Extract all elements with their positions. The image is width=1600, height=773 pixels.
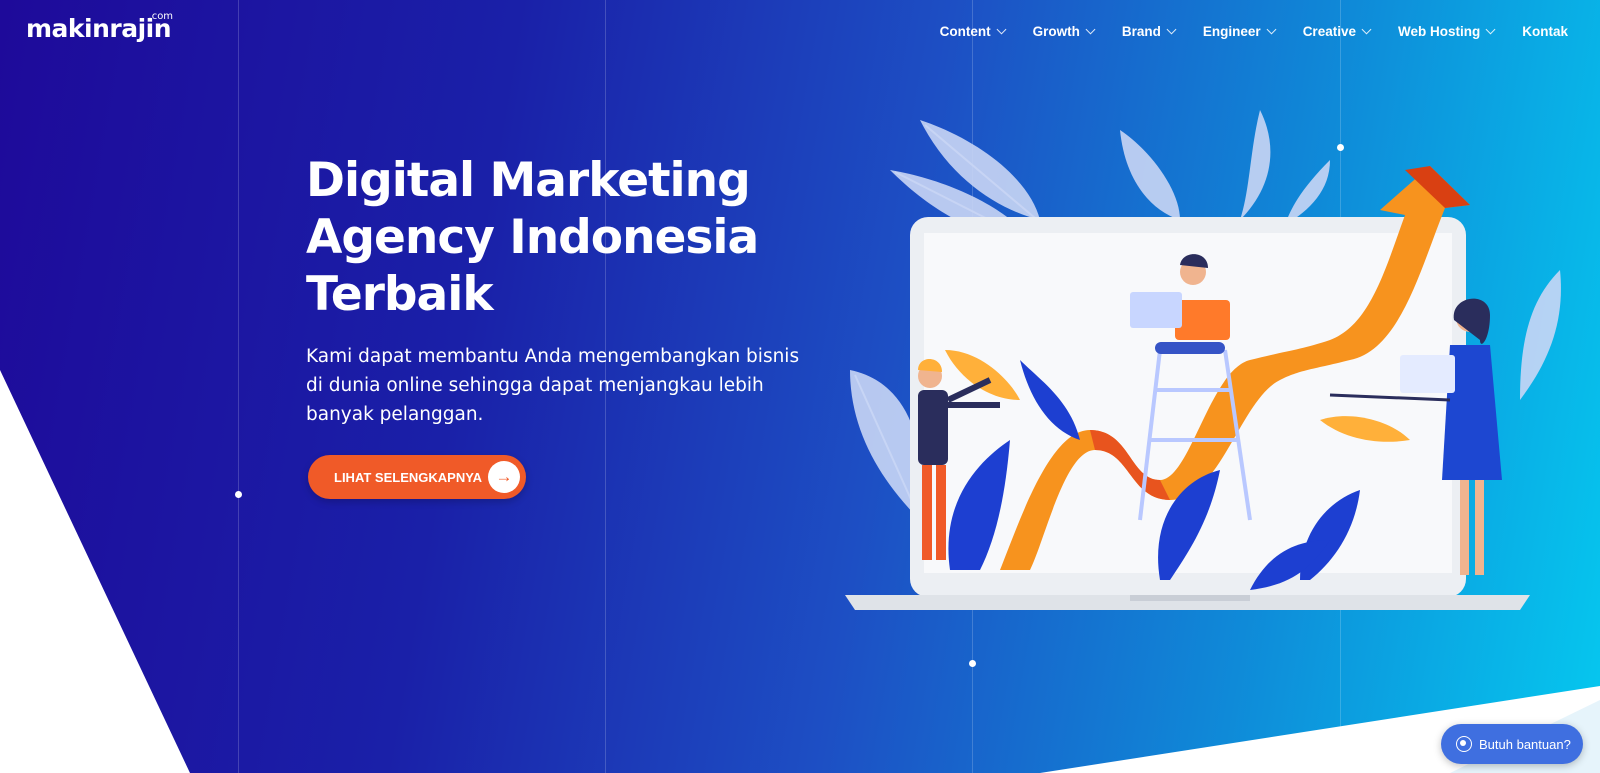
- whatsapp-icon: [1456, 736, 1472, 752]
- site-logo[interactable]: makinrajin .com: [26, 11, 174, 43]
- nav-item-label: Content: [939, 24, 991, 39]
- hero-illustration: [830, 100, 1570, 640]
- nav-item-kontak[interactable]: Kontak: [1508, 24, 1582, 39]
- nav-item-creative[interactable]: Creative: [1289, 24, 1384, 39]
- logo-tld: .com: [148, 11, 174, 22]
- chevron-down-icon: [996, 24, 1007, 35]
- hero-title-line: Terbaik: [306, 267, 494, 322]
- chevron-down-icon: [1361, 24, 1372, 35]
- arrow-right-icon: →: [488, 461, 520, 493]
- nav-item-growth[interactable]: Growth: [1019, 24, 1108, 39]
- chevron-down-icon: [1266, 24, 1277, 35]
- nav-item-label: Creative: [1302, 24, 1356, 39]
- chevron-down-icon: [1085, 24, 1096, 35]
- hero-description-line: Kami dapat membantu Anda mengembangkan b…: [306, 346, 800, 367]
- see-more-button[interactable]: LIHAT SELENGKAPNYA →: [308, 455, 526, 499]
- nav-item-content[interactable]: Content: [926, 24, 1019, 39]
- grid-dot: [235, 491, 242, 498]
- nav-item-brand[interactable]: Brand: [1108, 24, 1189, 39]
- nav-item-engineer[interactable]: Engineer: [1189, 24, 1289, 39]
- nav-item-label: Growth: [1032, 24, 1080, 39]
- nav-item-label: Web Hosting: [1397, 24, 1481, 39]
- hero-title-line: Agency Indonesia: [306, 210, 759, 265]
- main-nav: Content Growth Brand Engineer Creative W…: [926, 24, 1582, 39]
- hero-title-line: Digital Marketing: [306, 153, 751, 208]
- nav-item-label: Kontak: [1522, 24, 1568, 39]
- grid-dot: [969, 660, 976, 667]
- hero-title: Digital Marketing Agency Indonesia Terba…: [306, 152, 776, 323]
- see-more-label: LIHAT SELENGKAPNYA: [334, 469, 483, 485]
- help-chat-label: Butuh bantuan?: [1479, 736, 1571, 752]
- chevron-down-icon: [1485, 24, 1496, 35]
- chevron-down-icon: [1166, 24, 1177, 35]
- help-chat-button[interactable]: Butuh bantuan?: [1441, 724, 1583, 764]
- nav-item-label: Engineer: [1202, 24, 1261, 39]
- hero-description: Kami dapat membantu Anda mengembangkan b…: [306, 342, 826, 429]
- hero-description-line: di dunia online sehingga dapat menjangka…: [306, 375, 764, 396]
- hero-description-line: banyak pelanggan.: [306, 404, 484, 425]
- nav-item-web-hosting[interactable]: Web Hosting: [1384, 24, 1508, 39]
- nav-item-label: Brand: [1121, 24, 1161, 39]
